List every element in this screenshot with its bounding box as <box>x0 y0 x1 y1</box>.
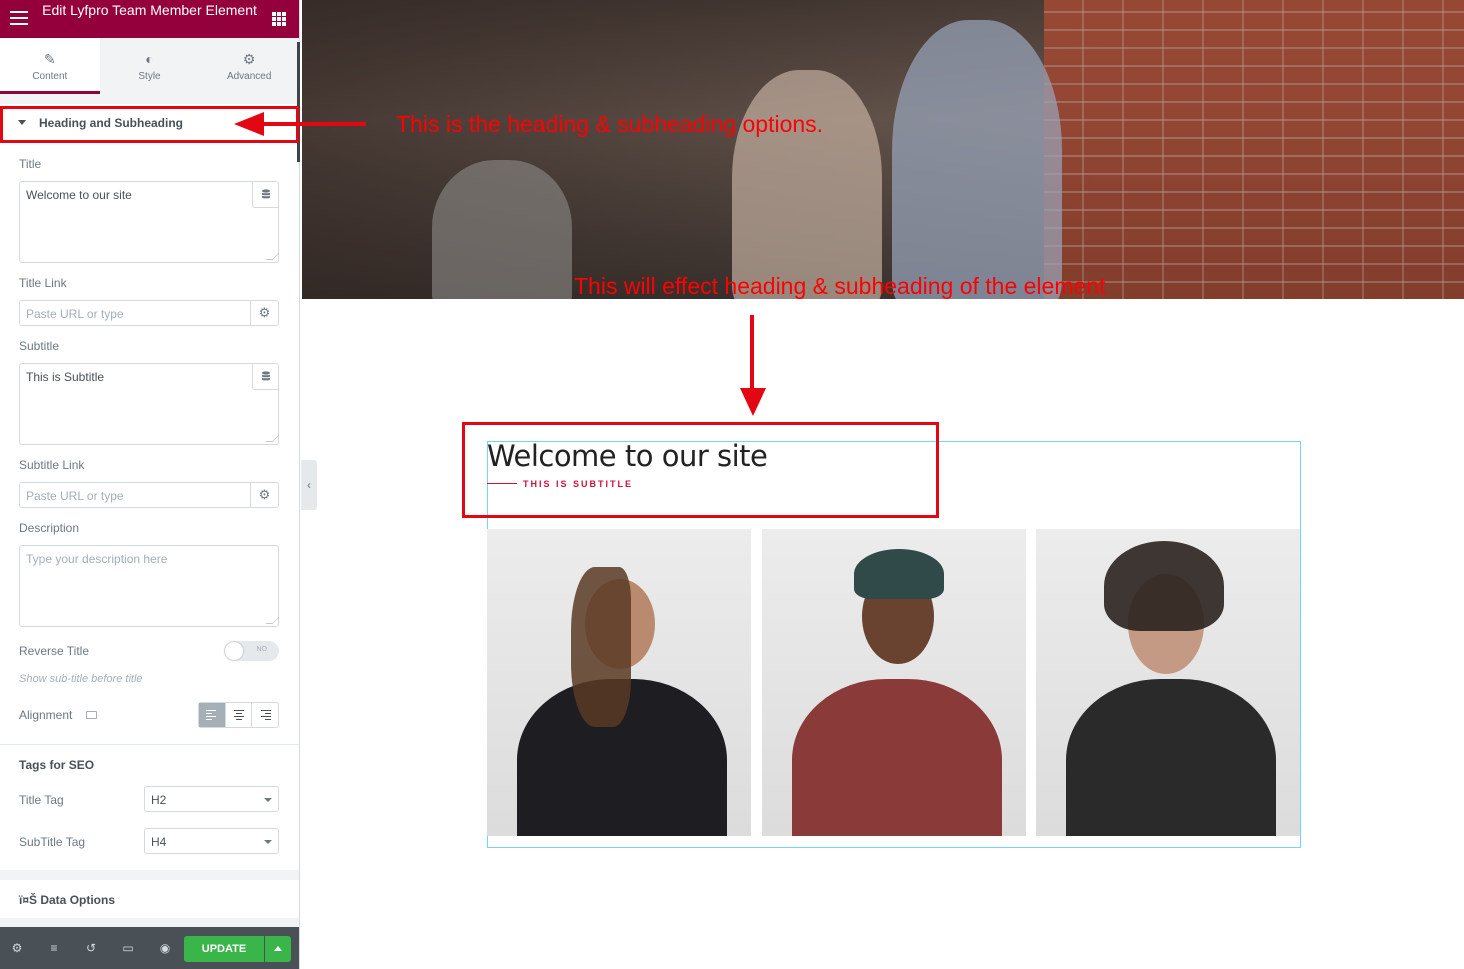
annotation-top-text: This is the heading & subheading options… <box>396 111 824 137</box>
member-hair <box>571 567 631 727</box>
member-body <box>1066 679 1276 836</box>
update-button[interactable]: UPDATE <box>184 936 264 962</box>
hero-image <box>302 0 1464 299</box>
reverse-title-toggle[interactable]: NO <box>224 641 279 661</box>
resize-handle[interactable] <box>265 435 280 442</box>
menu-icon[interactable] <box>10 11 28 25</box>
hero-person <box>432 160 572 299</box>
chevron-down-icon <box>264 798 272 802</box>
panel-title: Edit Lyfpro Team Member Element <box>42 2 257 18</box>
panel-tabs: ✎ Content ◐ Style ⚙ Advanced <box>0 38 299 94</box>
team-member-photo <box>487 529 751 836</box>
contrast-icon: ◐ <box>145 51 154 67</box>
subtitle-label: Subtitle <box>19 339 60 353</box>
resize-handle[interactable] <box>265 617 280 624</box>
title-link-input[interactable]: Paste URL or type ⚙ <box>19 300 279 326</box>
toggle-state-label: NO <box>256 646 268 653</box>
title-value: Welcome to our site <box>26 188 132 202</box>
reverse-title-label: Reverse Title <box>19 644 90 658</box>
link-options-gear-icon[interactable]: ⚙ <box>250 483 278 507</box>
team-member-photo <box>762 529 1026 836</box>
subtitle-value: This is Subtitle <box>26 370 105 384</box>
caret-up-icon <box>274 946 282 951</box>
widgets-grid-icon[interactable] <box>272 12 286 26</box>
dynamic-tags-icon[interactable] <box>252 182 278 208</box>
brick-wall <box>1044 0 1464 299</box>
responsive-mode-icon[interactable]: ▭ <box>121 941 135 955</box>
dynamic-tags-icon[interactable] <box>252 364 278 390</box>
panel-scrollbar[interactable] <box>297 42 300 162</box>
subtitle-textarea[interactable]: This is Subtitle <box>19 363 280 445</box>
divider <box>0 744 299 745</box>
chevron-down-icon <box>264 840 272 844</box>
member-hair <box>1104 541 1224 631</box>
navigator-layers-icon[interactable]: ≡ <box>47 941 61 955</box>
title-link-label: Title Link <box>19 276 67 290</box>
subtitle-tag-value: H4 <box>151 835 167 849</box>
tab-content-label: Content <box>32 71 68 82</box>
title-tag-label: Title Tag <box>19 793 64 807</box>
description-textarea[interactable]: Type your description here <box>19 545 280 627</box>
title-link-placeholder: Paste URL or type <box>26 307 124 321</box>
desktop-icon[interactable] <box>86 711 97 719</box>
description-placeholder: Type your description here <box>26 552 168 566</box>
history-icon[interactable]: ↺ <box>84 941 98 955</box>
alignment-label: Alignment <box>19 708 73 722</box>
preview-eye-icon[interactable]: ◉ <box>158 941 172 955</box>
alignment-control <box>198 702 279 728</box>
title-label: Title <box>19 157 42 171</box>
hero-person <box>732 70 882 299</box>
annotation-arrow <box>262 122 366 126</box>
member-body <box>792 679 1002 836</box>
align-left-button[interactable] <box>199 703 226 727</box>
member-cap <box>854 549 944 599</box>
link-options-gear-icon[interactable]: ⚙ <box>250 301 278 325</box>
arrow-left-icon <box>234 112 264 136</box>
annotation-arrow <box>750 315 754 390</box>
reverse-title-hint: Show sub-title before title <box>19 673 143 685</box>
collapse-panel-button[interactable]: ‹ <box>301 460 317 510</box>
subtitle-tag-select[interactable]: H4 <box>144 828 279 854</box>
align-center-button[interactable] <box>226 703 253 727</box>
subtitle-tag-label: SubTitle Tag <box>19 835 86 849</box>
title-textarea[interactable]: Welcome to our site <box>19 181 280 263</box>
arrow-down-icon <box>740 388 766 416</box>
tab-style[interactable]: ◐ Style <box>100 38 200 94</box>
subtitle-link-placeholder: Paste URL or type <box>26 489 124 503</box>
settings-icon[interactable]: ⚙ <box>10 941 24 955</box>
pencil-icon: ✎ <box>43 51 56 67</box>
tab-style-label: Style <box>138 71 161 82</box>
save-options-button[interactable] <box>265 936 291 962</box>
team-member-photo <box>1036 529 1300 836</box>
tab-advanced[interactable]: ⚙ Advanced <box>199 38 299 94</box>
seo-heading: Tags for SEO <box>19 758 95 772</box>
data-options-title: ï¤Š Data Options <box>19 893 116 907</box>
title-tag-select[interactable]: H2 <box>144 786 279 812</box>
panel-header: Edit Lyfpro Team Member Element <box>0 0 299 38</box>
toggle-knob <box>225 642 243 660</box>
hero-person <box>892 20 1062 299</box>
subtitle-link-label: Subtitle Link <box>19 458 85 472</box>
align-right-button[interactable] <box>252 703 278 727</box>
tab-content[interactable]: ✎ Content <box>0 38 100 94</box>
tab-advanced-label: Advanced <box>226 71 272 82</box>
annotation-middle-text: This will effect heading & subheading of… <box>574 273 1106 299</box>
gear-icon: ⚙ <box>242 51 256 67</box>
editor-panel: Edit Lyfpro Team Member Element ✎ Conten… <box>0 0 300 969</box>
resize-handle[interactable] <box>265 253 280 260</box>
annotation-box-element <box>462 422 939 518</box>
title-tag-value: H2 <box>151 793 167 807</box>
section-data-options[interactable]: ï¤Š Data Options <box>0 880 299 918</box>
subtitle-link-input[interactable]: Paste URL or type ⚙ <box>19 482 279 508</box>
description-label: Description <box>19 521 80 535</box>
